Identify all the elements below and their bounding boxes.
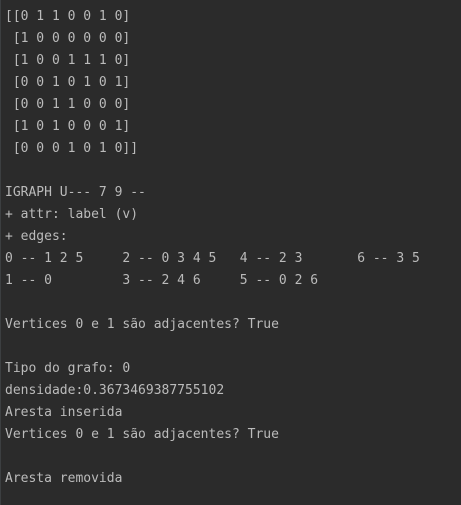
matrix-row-4: [0 0 1 1 0 0 0] [5,97,131,112]
run-console[interactable]: [[0 1 1 0 0 1 0] [1 0 0 0 0 0 0] [1 0 0 … [0,0,461,505]
matrix-row-0: [[0 1 1 0 0 1 0] [5,9,131,24]
graph-type-line: Tipo do grafo: 0 [5,361,131,376]
edge-inserted-line: Aresta inserida [5,405,123,420]
console-output: [[0 1 1 0 0 1 0] [1 0 0 0 0 0 0] [1 0 0 … [5,6,420,490]
matrix-row-6: [0 0 0 1 0 1 0]] [5,141,139,156]
igraph-header: IGRAPH U--- 7 9 -- [5,185,146,200]
matrix-row-2: [1 0 0 1 1 1 0] [5,53,131,68]
edge-list-row-1: 0 -- 1 2 5 2 -- 0 3 4 5 4 -- 2 3 6 -- 3 … [5,251,420,266]
edge-removed-line: Aresta removida [5,471,123,486]
adjacency-result-1: Vertices 0 e 1 são adjacentes? True [5,317,279,332]
edge-list-row-2: 1 -- 0 3 -- 2 4 6 5 -- 0 2 6 [5,273,319,288]
igraph-edges-line: + edges: [5,229,68,244]
matrix-row-3: [0 0 1 0 1 0 1] [5,75,131,90]
igraph-attr-line: + attr: label (v) [5,207,139,222]
matrix-row-5: [1 0 1 0 0 0 1] [5,119,131,134]
adjacency-result-2: Vertices 0 e 1 são adjacentes? True [5,427,279,442]
density-line: densidade:0.3673469387755102 [5,383,225,398]
matrix-row-1: [1 0 0 0 0 0 0] [5,31,131,46]
